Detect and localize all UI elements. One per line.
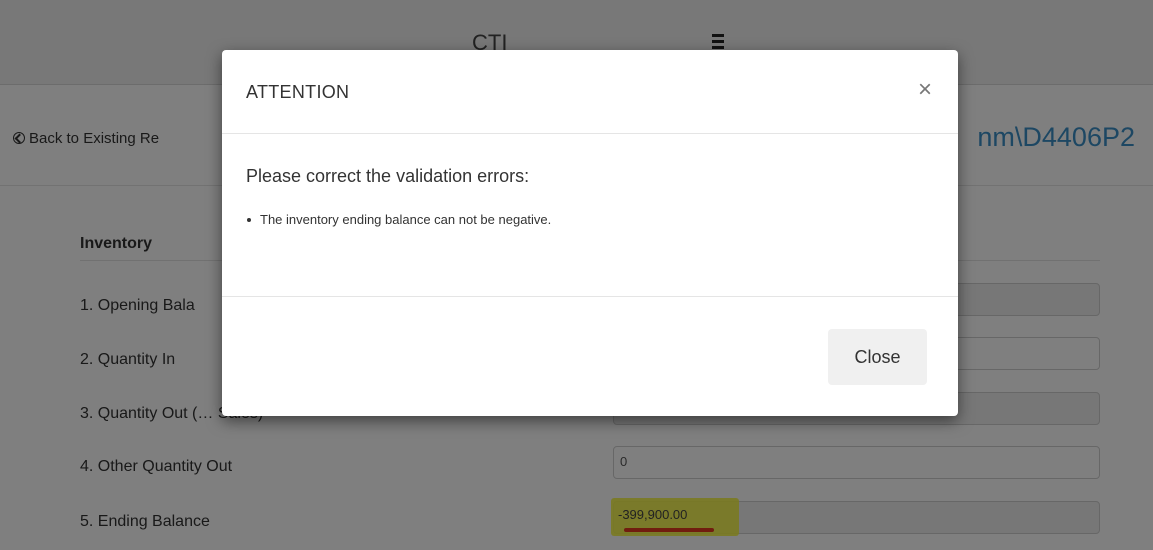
- error-list: The inventory ending balance can not be …: [246, 212, 551, 227]
- attention-dialog: ATTENTION × Please correct the validatio…: [222, 50, 958, 416]
- dialog-header: ATTENTION ×: [222, 50, 958, 134]
- dialog-footer: Close: [222, 296, 958, 416]
- error-item: The inventory ending balance can not be …: [246, 212, 551, 227]
- dialog-title: ATTENTION: [246, 82, 350, 102]
- dialog-body: Please correct the validation errors: Th…: [222, 134, 958, 296]
- validation-message: Please correct the validation errors:: [246, 166, 530, 186]
- close-button[interactable]: Close: [828, 329, 927, 385]
- close-icon[interactable]: ×: [914, 78, 936, 102]
